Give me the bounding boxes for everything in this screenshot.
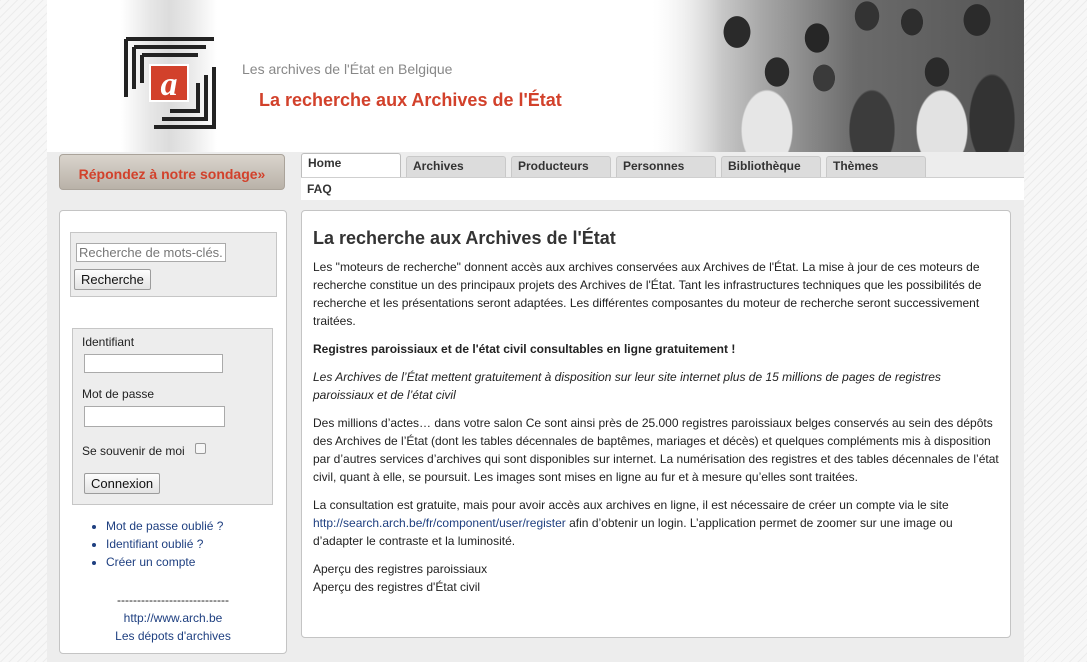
details-paragraph: Des millions d’actes… dans votre salon C… xyxy=(313,416,999,484)
username-label: Identifiant xyxy=(82,335,135,349)
tab-bibliotheque[interactable]: Bibliothèque xyxy=(721,156,821,177)
account-links: Mot de passe oublié ? Identifiant oublié… xyxy=(94,517,223,571)
login-button[interactable]: Connexion xyxy=(84,473,161,494)
site-subtitle: Les archives de l'État en Belgique xyxy=(242,61,453,77)
archives-logo[interactable]: a xyxy=(124,37,216,129)
forgot-password-link[interactable]: Mot de passe oublié ? xyxy=(106,519,223,533)
search-input[interactable] xyxy=(76,243,226,262)
tab-home[interactable]: Home xyxy=(301,153,401,177)
list-item: Identifiant oublié ? xyxy=(106,535,223,553)
search-module: Recherche xyxy=(70,232,277,297)
highlight-paragraph: Registres paroissiaux et de l'état civil… xyxy=(313,342,736,356)
logo-letter: a xyxy=(161,66,178,103)
username-field[interactable] xyxy=(84,354,223,373)
remember-label: Se souvenir de moi xyxy=(82,444,185,458)
password-label: Mot de passe xyxy=(82,387,155,401)
tab-faq[interactable]: FAQ xyxy=(307,182,332,196)
create-account-link[interactable]: Créer un compte xyxy=(106,555,195,569)
list-item: Mot de passe oublié ? xyxy=(106,517,223,535)
list-item: Créer un compte xyxy=(106,553,223,571)
search-button[interactable]: Recherche xyxy=(74,269,151,290)
intro-paragraph: Les "moteurs de recherche" donnent accès… xyxy=(313,260,982,328)
sidebar: Recherche Identifiant Mot de passe Se so… xyxy=(59,210,287,654)
depots-link[interactable]: Les dépots d'archives xyxy=(60,629,286,643)
password-field[interactable] xyxy=(84,406,225,427)
access-text-before: La consultation est gratuite, mais pour … xyxy=(313,498,949,512)
main-content: La recherche aux Archives de l'État Les … xyxy=(301,210,1011,638)
separator: ---------------------------- xyxy=(117,593,229,607)
remember-checkbox[interactable] xyxy=(195,443,206,454)
civil-registers-link[interactable]: Aperçu des registres d'État civil xyxy=(313,578,999,596)
page: a Les archives de l'État en Belgique La … xyxy=(47,0,1024,662)
register-link[interactable]: http://search.arch.be/fr/component/user/… xyxy=(313,516,566,530)
site-title: La recherche aux Archives de l'État xyxy=(259,90,562,110)
header: a Les archives de l'État en Belgique La … xyxy=(47,0,1024,152)
login-module: Identifiant Mot de passe Se souvenir de … xyxy=(72,328,273,505)
tab-personnes[interactable]: Personnes xyxy=(616,156,716,177)
parish-registers-link[interactable]: Aperçu des registres paroissiaux xyxy=(313,560,999,578)
tab-themes[interactable]: Thèmes xyxy=(826,156,926,177)
header-photo-fade xyxy=(602,0,722,152)
survey-button[interactable]: Répondez à notre sondage» xyxy=(59,154,285,190)
italic-paragraph: Les Archives de l’État mettent gratuitem… xyxy=(313,370,941,402)
tab-faq-row: FAQ xyxy=(301,178,1024,200)
tab-archives[interactable]: Archives xyxy=(406,156,506,177)
access-paragraph: La consultation est gratuite, mais pour … xyxy=(313,496,999,550)
forgot-username-link[interactable]: Identifiant oublié ? xyxy=(106,537,203,551)
content-heading: La recherche aux Archives de l'État xyxy=(313,228,616,248)
tab-producteurs[interactable]: Producteurs xyxy=(511,156,611,177)
arch-be-link[interactable]: http://www.arch.be xyxy=(60,611,286,625)
